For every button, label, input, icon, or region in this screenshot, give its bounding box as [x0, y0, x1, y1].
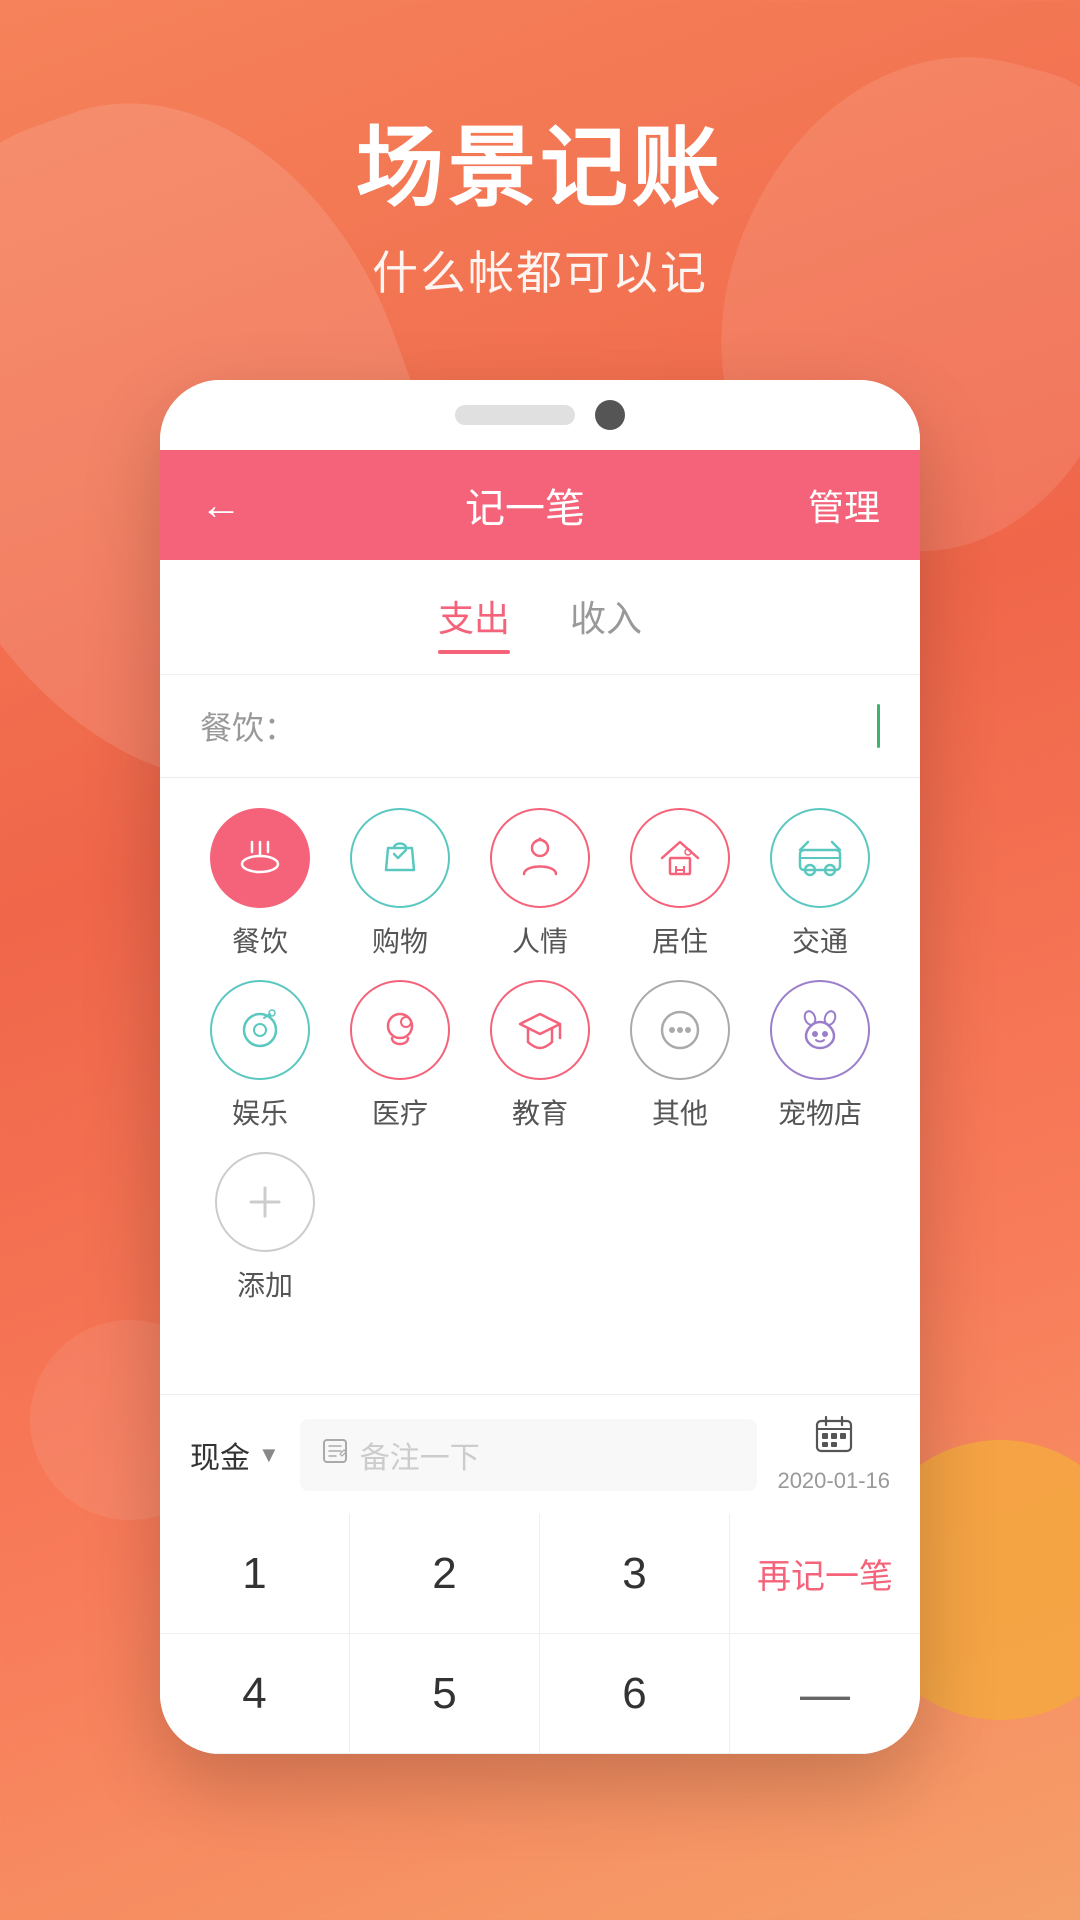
key-4[interactable]: 4	[160, 1634, 350, 1754]
numpad: 1 2 3 再记一笔 4 5 6 —	[160, 1514, 920, 1754]
category-shopping[interactable]: 购物	[340, 808, 460, 960]
tab-expense[interactable]: 支出	[438, 590, 510, 654]
input-label: 餐饮：	[200, 703, 296, 749]
phone-camera	[595, 400, 625, 430]
date-section[interactable]: 2020-01-16	[777, 1415, 890, 1494]
note-icon	[320, 1436, 350, 1473]
phone-speaker	[455, 405, 575, 425]
back-button[interactable]: ←	[200, 481, 242, 529]
category-row-3: 添加	[180, 1142, 900, 1314]
medical-icon-wrap	[350, 980, 450, 1080]
key-dash[interactable]: —	[730, 1634, 920, 1754]
key-again[interactable]: 再记一笔	[730, 1514, 920, 1634]
category-transport[interactable]: 交通	[760, 808, 880, 960]
home-icon-wrap	[630, 808, 730, 908]
pet-icon-wrap	[770, 980, 870, 1080]
dining-icon-wrap	[210, 808, 310, 908]
note-area[interactable]: 备注一下	[300, 1419, 758, 1491]
social-icon-wrap	[490, 808, 590, 908]
category-row-1: 餐饮 购物	[180, 798, 900, 970]
cursor	[877, 704, 880, 748]
category-entertainment[interactable]: 娱乐	[200, 980, 320, 1132]
entertainment-label: 娱乐	[232, 1092, 288, 1132]
calendar-icon	[814, 1415, 854, 1464]
phone-top-bar	[160, 380, 920, 450]
category-medical[interactable]: 医疗	[340, 980, 460, 1132]
entertainment-icon-wrap	[210, 980, 310, 1080]
input-row: 餐饮：	[160, 675, 920, 778]
transport-label: 交通	[792, 920, 848, 960]
key-2[interactable]: 2	[350, 1514, 540, 1634]
key-5[interactable]: 5	[350, 1634, 540, 1754]
tab-income[interactable]: 收入	[570, 590, 642, 654]
key-1[interactable]: 1	[160, 1514, 350, 1634]
category-pet[interactable]: 宠物店	[760, 980, 880, 1132]
add-label: 添加	[237, 1264, 293, 1304]
note-placeholder: 备注一下	[360, 1433, 480, 1477]
transport-icon-wrap	[770, 808, 870, 908]
date-label: 2020-01-16	[777, 1468, 890, 1494]
category-grid: 餐饮 购物	[160, 778, 920, 1394]
medical-label: 医疗	[372, 1092, 428, 1132]
category-dining[interactable]: 餐饮	[200, 808, 320, 960]
manage-button[interactable]: 管理	[808, 479, 880, 531]
app-header: ← 记一笔 管理	[160, 450, 920, 560]
tabs-row: 支出 收入	[160, 560, 920, 675]
category-other[interactable]: 其他	[620, 980, 740, 1132]
key-3[interactable]: 3	[540, 1514, 730, 1634]
sub-title: 什么帐都可以记	[0, 237, 1080, 303]
social-label: 人情	[512, 920, 568, 960]
main-title: 场景记账	[0, 120, 1080, 217]
pet-label: 宠物店	[778, 1092, 862, 1132]
app-title: 记一笔	[465, 476, 585, 534]
shopping-icon-wrap	[350, 808, 450, 908]
shopping-label: 购物	[372, 920, 428, 960]
category-education[interactable]: 教育	[480, 980, 600, 1132]
home-label: 居住	[652, 920, 708, 960]
bottom-controls: 现金 ▼ 备注一下	[160, 1394, 920, 1514]
other-icon-wrap	[630, 980, 730, 1080]
payment-arrow: ▼	[258, 1442, 280, 1468]
category-add[interactable]: 添加	[200, 1152, 330, 1304]
category-row-2: 娱乐 医疗	[180, 970, 900, 1142]
payment-label: 现金	[190, 1433, 250, 1477]
education-label: 教育	[512, 1092, 568, 1132]
payment-selector[interactable]: 现金 ▼	[190, 1433, 280, 1477]
other-label: 其他	[652, 1092, 708, 1132]
add-icon-wrap	[215, 1152, 315, 1252]
key-6[interactable]: 6	[540, 1634, 730, 1754]
category-social[interactable]: 人情	[480, 808, 600, 960]
header-section: 场景记账 什么帐都可以记	[0, 0, 1080, 303]
phone-mockup: ← 记一笔 管理 支出 收入 餐饮：	[160, 380, 920, 1754]
spacer	[180, 1314, 900, 1374]
category-home[interactable]: 居住	[620, 808, 740, 960]
education-icon-wrap	[490, 980, 590, 1080]
dining-label: 餐饮	[232, 920, 288, 960]
